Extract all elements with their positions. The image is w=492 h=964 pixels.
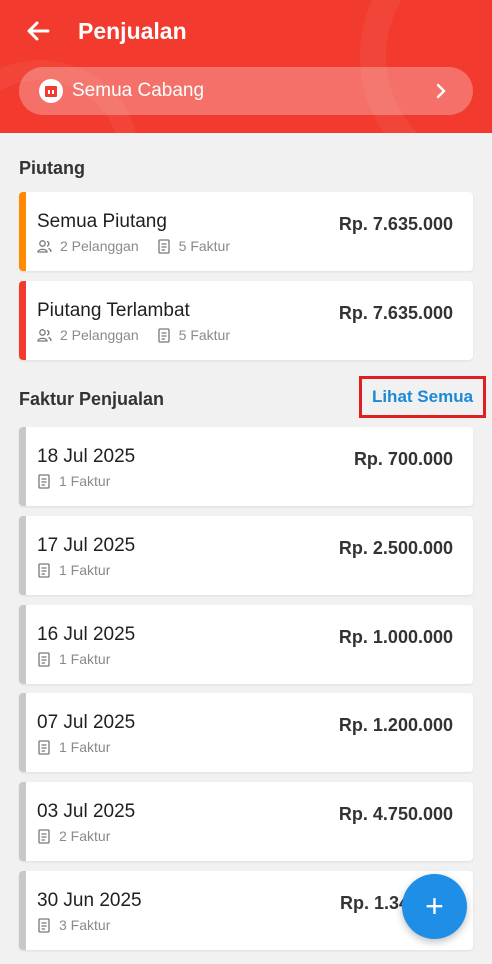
app-header: Penjualan Semua Cabang (0, 0, 492, 133)
piutang-card-semua[interactable]: Semua Piutang Rp. 7.635.000 2 Pelanggan … (19, 192, 473, 271)
card-title: Semua Piutang (37, 211, 167, 232)
faktur-section-title: Faktur Penjualan (19, 389, 165, 409)
invoice-amount: Rp. 700.000 (353, 449, 453, 469)
invoice-day-card[interactable]: 18 Jul 2025 Rp. 700.000 1 Faktur (19, 427, 473, 506)
card-stripe (19, 605, 26, 684)
customers-icon (37, 239, 52, 253)
invoice-icon (38, 917, 50, 933)
store-icon (39, 79, 63, 103)
invoice-icon (38, 651, 50, 667)
branch-label: Semua Cabang (72, 80, 205, 101)
card-stripe (19, 693, 26, 772)
invoice-day-card[interactable]: 17 Jul 2025 Rp. 2.500.000 1 Faktur (19, 516, 473, 595)
invoice-icon (38, 562, 50, 578)
invoice-icon (157, 327, 170, 343)
invoice-count: 1 Faktur (59, 562, 111, 578)
add-fab-button[interactable]: + (402, 874, 467, 939)
invoice-date: 16 Jul 2025 (37, 624, 136, 645)
invoice-amount: Rp. 1.34 (340, 893, 410, 913)
card-meta: 2 Pelanggan 5 Faktur (37, 237, 248, 255)
card-meta: 3 Faktur (37, 916, 128, 934)
card-stripe (19, 871, 26, 950)
card-stripe (19, 782, 26, 861)
invoice-day-card[interactable]: 03 Jul 2025 Rp. 4.750.000 2 Faktur (19, 782, 473, 861)
card-meta: 1 Faktur (37, 472, 128, 490)
invoice-day-card[interactable]: 16 Jul 2025 Rp. 1.000.000 1 Faktur (19, 605, 473, 684)
see-all-link[interactable]: Lihat Semua (359, 376, 486, 418)
card-stripe (19, 281, 26, 360)
card-meta: 1 Faktur (37, 561, 128, 579)
card-amount: Rp. 7.635.000 (338, 303, 453, 323)
invoice-date: 17 Jul 2025 (37, 535, 136, 556)
customer-count: 2 Pelanggan (60, 238, 139, 254)
plus-icon: + (425, 888, 444, 924)
customers-icon (37, 328, 52, 342)
invoice-count: 3 Faktur (59, 917, 111, 933)
card-meta: 2 Faktur (37, 827, 128, 845)
card-title: Piutang Terlambat (37, 300, 190, 321)
invoice-count: 1 Faktur (59, 651, 111, 667)
invoice-date: 03 Jul 2025 (37, 801, 136, 822)
invoice-date: 30 Jun 2025 (37, 890, 142, 911)
customer-count: 2 Pelanggan (60, 327, 139, 343)
card-stripe (19, 427, 26, 506)
branch-selector[interactable]: Semua Cabang (19, 67, 473, 115)
invoice-count: 1 Faktur (59, 473, 111, 489)
invoice-amount: Rp. 2.500.000 (338, 538, 453, 558)
chevron-right-icon (431, 81, 451, 101)
invoice-count: 5 Faktur (178, 238, 230, 254)
invoice-icon (38, 473, 50, 489)
card-meta: 2 Pelanggan 5 Faktur (37, 326, 248, 344)
card-stripe (19, 192, 26, 271)
page-title: Penjualan (78, 18, 187, 44)
invoice-amount: Rp. 4.750.000 (338, 804, 453, 824)
invoice-date: 07 Jul 2025 (37, 712, 136, 733)
invoice-count: 2 Faktur (59, 828, 111, 844)
back-arrow-icon[interactable] (22, 14, 56, 48)
piutang-section-title: Piutang (19, 158, 85, 178)
invoice-count: 5 Faktur (178, 327, 230, 343)
card-amount: Rp. 7.635.000 (338, 214, 453, 234)
invoice-amount: Rp. 1.200.000 (338, 715, 453, 735)
invoice-count: 1 Faktur (59, 739, 111, 755)
invoice-amount: Rp. 1.000.000 (338, 627, 453, 647)
invoice-icon (38, 828, 50, 844)
invoice-icon (157, 238, 170, 254)
card-meta: 1 Faktur (37, 650, 128, 668)
card-stripe (19, 516, 26, 595)
invoice-day-card[interactable]: 07 Jul 2025 Rp. 1.200.000 1 Faktur (19, 693, 473, 772)
card-meta: 1 Faktur (37, 738, 128, 756)
piutang-card-terlambat[interactable]: Piutang Terlambat Rp. 7.635.000 2 Pelang… (19, 281, 473, 360)
invoice-date: 18 Jul 2025 (37, 446, 136, 467)
invoice-icon (38, 739, 50, 755)
